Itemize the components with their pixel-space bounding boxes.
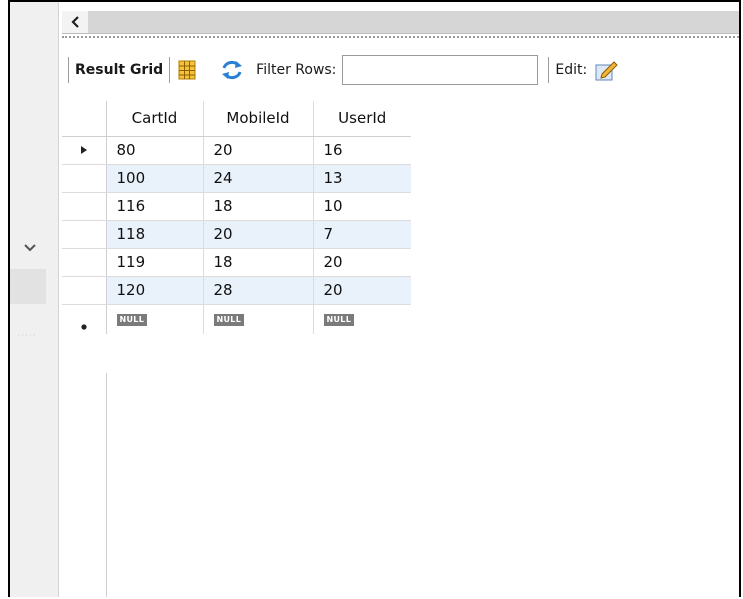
cell-cartid[interactable]: 116 (106, 192, 204, 221)
cell-cartid[interactable]: 118 (106, 220, 204, 249)
cell-cartid[interactable]: NULL (106, 304, 204, 334)
result-toolbar: Result Grid Filter Rows: Edit: (62, 51, 739, 89)
chevron-down-icon[interactable] (18, 236, 42, 260)
result-grid-tab[interactable]: Result Grid (75, 62, 163, 78)
cell-mobileid[interactable]: 20 (203, 220, 314, 249)
table-row[interactable]: 116 18 10 (62, 192, 411, 221)
null-badge: NULL (213, 313, 245, 326)
column-header-mobileid[interactable]: MobileId (203, 101, 314, 137)
horizontal-scrollbar[interactable] (62, 11, 739, 34)
toolbar-divider (68, 57, 69, 83)
cell-userid[interactable]: 20 (313, 276, 411, 305)
row-selector[interactable] (62, 164, 107, 193)
new-row-icon (62, 308, 106, 341)
pencil-edit-icon[interactable] (595, 59, 619, 81)
table-row[interactable]: 80 20 16 (62, 136, 411, 165)
cell-mobileid[interactable]: 18 (203, 248, 314, 277)
header-row: CartId MobileId UserId (62, 101, 411, 137)
cell-cartid[interactable]: 80 (106, 136, 204, 165)
cell-mobileid[interactable]: 28 (203, 276, 314, 305)
cell-userid[interactable]: 10 (313, 192, 411, 221)
cell-mobileid[interactable]: 18 (203, 192, 314, 221)
edit-label: Edit: (555, 62, 588, 78)
cell-userid[interactable]: NULL (313, 304, 411, 334)
cell-cartid[interactable]: 120 (106, 276, 204, 305)
row-selector[interactable] (62, 220, 107, 249)
splitter-handle[interactable] (62, 36, 739, 38)
cell-userid[interactable]: 20 (313, 248, 411, 277)
cell-cartid[interactable]: 100 (106, 164, 204, 193)
cell-mobileid[interactable]: 20 (203, 136, 314, 165)
filter-rows-input[interactable] (342, 55, 539, 85)
cell-userid[interactable]: 13 (313, 164, 411, 193)
cell-cartid[interactable]: 119 (106, 248, 204, 277)
toolbar-divider (548, 57, 550, 83)
table-row[interactable]: 118 20 7 (62, 220, 411, 249)
row-selector[interactable] (62, 248, 107, 277)
cell-userid[interactable]: 7 (313, 220, 411, 249)
cell-mobileid[interactable]: NULL (203, 304, 314, 334)
row-selector-column (62, 373, 107, 597)
result-grid: CartId MobileId UserId 80 20 16 100 24 1… (62, 101, 411, 334)
table-row[interactable]: 120 28 20 (62, 276, 411, 305)
cell-userid[interactable]: 16 (313, 136, 411, 165)
resize-grip-icon[interactable]: ····· (10, 326, 44, 346)
null-badge: NULL (323, 313, 355, 326)
table-row[interactable]: 119 18 20 (62, 248, 411, 277)
new-row[interactable]: NULL NULL NULL (62, 304, 411, 334)
null-badge: NULL (116, 313, 148, 326)
cell-mobileid[interactable]: 24 (203, 164, 314, 193)
row-selector[interactable] (62, 136, 107, 165)
chevron-left-icon[interactable] (62, 11, 88, 33)
refresh-icon[interactable] (220, 59, 244, 81)
row-pointer-icon (62, 137, 106, 164)
column-header-cartid[interactable]: CartId (106, 101, 204, 137)
filter-rows-label: Filter Rows: (256, 62, 337, 78)
row-selector[interactable] (62, 276, 107, 305)
row-selector[interactable] (62, 192, 107, 221)
toolbar-divider (169, 57, 171, 83)
left-gutter: ····· (10, 2, 59, 597)
table-row[interactable]: 100 24 13 (62, 164, 411, 193)
row-selector-header[interactable] (62, 101, 107, 137)
row-selector[interactable] (62, 304, 107, 334)
gutter-selected-band[interactable] (10, 269, 46, 304)
grid-columns-icon[interactable] (176, 59, 198, 81)
column-header-userid[interactable]: UserId (313, 101, 411, 137)
result-panel: ····· Result Grid Filter Rows: Edit: Car… (8, 0, 741, 597)
